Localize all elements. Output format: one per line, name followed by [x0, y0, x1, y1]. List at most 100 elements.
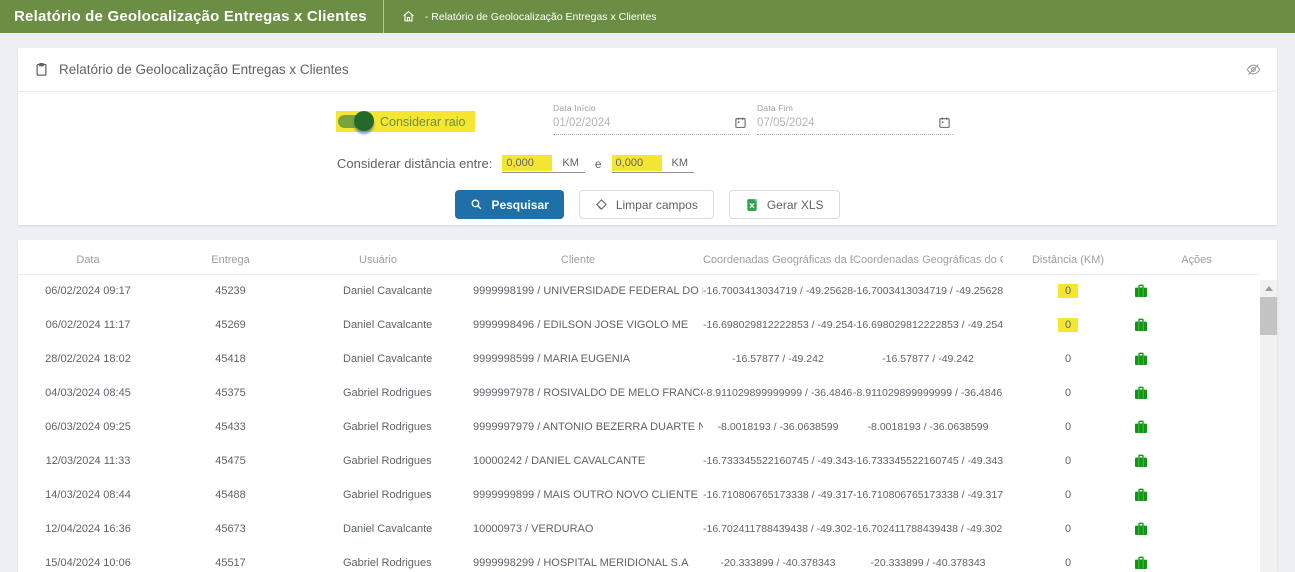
- date-end-label: Data Fim: [757, 103, 953, 113]
- cell-distancia: 0: [1003, 342, 1133, 376]
- excel-file-icon: [745, 198, 759, 212]
- top-header-bar: Relatório de Geolocalização Entregas x C…: [0, 0, 1295, 33]
- distance-value: 0: [1058, 386, 1078, 400]
- search-button[interactable]: Pesquisar: [455, 190, 563, 219]
- cell-acoes: [1133, 478, 1260, 512]
- date-start-label: Data Início: [553, 103, 749, 113]
- cell-usuario: Daniel Cavalcante: [303, 274, 453, 308]
- cell-distancia: 0: [1003, 546, 1133, 572]
- cell-usuario: Gabriel Rodrigues: [303, 546, 453, 572]
- scrollbar-up-arrow[interactable]: [1260, 280, 1277, 296]
- table-row[interactable]: 12/04/2024 16:36 45673 Daniel Cavalcante…: [18, 512, 1260, 546]
- cell-coord-cliente: -16.57877 / -49.242: [853, 342, 1003, 376]
- cell-entrega: 45269: [158, 308, 303, 342]
- delivery-briefcase-icon[interactable]: [1133, 351, 1149, 367]
- cell-coord-entrega: -8.911029899999999 / -36.48462: [703, 376, 853, 410]
- col-header-cliente: Cliente: [453, 246, 703, 274]
- cell-coord-entrega: -16.7003413034719 / -49.256287: [703, 274, 853, 308]
- delivery-briefcase-icon[interactable]: [1133, 487, 1149, 503]
- cell-coord-cliente: -16.698029812222853 / -49.25490: [853, 308, 1003, 342]
- toggle-switch[interactable]: [338, 115, 371, 128]
- cell-coord-entrega: -16.710806765173338 / -49.31778: [703, 478, 853, 512]
- search-icon: [470, 198, 483, 211]
- cell-cliente: 9999998599 / MARIA EUGENIA: [453, 342, 703, 376]
- distance-value: 0: [1058, 352, 1078, 366]
- table-row[interactable]: 12/03/2024 11:33 45475 Gabriel Rodrigues…: [18, 444, 1260, 478]
- cell-coord-entrega: -16.57877 / -49.242: [703, 342, 853, 376]
- calendar-icon[interactable]: [938, 116, 951, 129]
- col-header-coord-cliente: Coordenadas Geográficas do Cliente: [853, 246, 1003, 274]
- cell-distancia: 0: [1003, 274, 1133, 308]
- cell-coord-entrega: -16.733345522160745 / -49.3434: [703, 444, 853, 478]
- distance-value: 0: [1058, 318, 1078, 332]
- eye-off-icon[interactable]: [1246, 62, 1261, 77]
- cell-acoes: [1133, 444, 1260, 478]
- cell-entrega: 45475: [158, 444, 303, 478]
- delivery-briefcase-icon[interactable]: [1133, 317, 1149, 333]
- cell-acoes: [1133, 546, 1260, 572]
- date-start-field[interactable]: Data Início 01/02/2024: [553, 103, 749, 135]
- table-row[interactable]: 06/03/2024 09:25 45433 Gabriel Rodrigues…: [18, 410, 1260, 444]
- cell-entrega: 45433: [158, 410, 303, 444]
- distance-connector: e: [595, 157, 602, 171]
- calendar-icon[interactable]: [734, 116, 747, 129]
- table-scrollbar[interactable]: [1260, 280, 1277, 572]
- col-header-acoes: Ações: [1133, 246, 1260, 274]
- cell-acoes: [1133, 376, 1260, 410]
- table-row[interactable]: 04/03/2024 08:45 45375 Gabriel Rodrigues…: [18, 376, 1260, 410]
- cell-distancia: 0: [1003, 512, 1133, 546]
- date-end-field[interactable]: Data Fim 07/05/2024: [757, 103, 953, 135]
- table-row[interactable]: 15/04/2024 10:06 45517 Gabriel Rodrigues…: [18, 546, 1260, 572]
- date-end-value[interactable]: 07/05/2024: [757, 117, 815, 129]
- col-header-coord-entrega: Coordenadas Geográficas da Entreg: [703, 246, 853, 274]
- export-xls-button[interactable]: Gerar XLS: [729, 190, 840, 219]
- delivery-briefcase-icon[interactable]: [1133, 555, 1149, 571]
- distance-max-field: 0,000 KM: [612, 154, 695, 173]
- cell-entrega: 45517: [158, 546, 303, 572]
- cell-distancia: 0: [1003, 478, 1133, 512]
- cell-entrega: 45673: [158, 512, 303, 546]
- cell-usuario: Gabriel Rodrigues: [303, 444, 453, 478]
- cell-coord-cliente: -20.333899 / -40.378343: [853, 546, 1003, 572]
- cell-cliente: 9999997978 / ROSIVALDO DE MELO FRANCO: [453, 376, 703, 410]
- clear-fields-button[interactable]: Limpar campos: [579, 190, 714, 219]
- delivery-briefcase-icon[interactable]: [1133, 521, 1149, 537]
- table-row[interactable]: 14/03/2024 08:44 45488 Gabriel Rodrigues…: [18, 478, 1260, 512]
- cell-entrega: 45239: [158, 274, 303, 308]
- table-header-row: Data Entrega Usuário Cliente Coordenadas…: [18, 246, 1260, 274]
- cell-entrega: 45418: [158, 342, 303, 376]
- eraser-icon: [595, 198, 608, 211]
- cell-distancia: 0: [1003, 410, 1133, 444]
- date-start-value[interactable]: 01/02/2024: [553, 117, 611, 129]
- cell-acoes: [1133, 308, 1260, 342]
- cell-acoes: [1133, 342, 1260, 376]
- scrollbar-thumb[interactable]: [1260, 297, 1277, 335]
- col-header-usuario: Usuário: [303, 246, 453, 274]
- clipboard-icon: [34, 62, 49, 77]
- distance-filter-row: Considerar distância entre: 0,000 KM e 0…: [337, 154, 704, 173]
- filter-card-header: Relatório de Geolocalização Entregas x C…: [18, 48, 1277, 92]
- delivery-briefcase-icon[interactable]: [1133, 453, 1149, 469]
- export-xls-button-label: Gerar XLS: [767, 198, 824, 212]
- table-row[interactable]: 06/02/2024 09:17 45239 Daniel Cavalcante…: [18, 274, 1260, 308]
- distance-max-input[interactable]: 0,000: [612, 155, 662, 171]
- distance-min-field: 0,000 KM: [502, 154, 585, 173]
- cell-data: 14/03/2024 08:44: [18, 478, 158, 512]
- home-icon[interactable]: [402, 10, 415, 23]
- distance-value: 0: [1058, 522, 1078, 536]
- results-table-card: Data Entrega Usuário Cliente Coordenadas…: [18, 240, 1277, 572]
- distance-min-input[interactable]: 0,000: [502, 155, 552, 171]
- cell-distancia: 0: [1003, 376, 1133, 410]
- delivery-briefcase-icon[interactable]: [1133, 419, 1149, 435]
- table-body: 06/02/2024 09:17 45239 Daniel Cavalcante…: [18, 274, 1260, 572]
- table-row[interactable]: 28/02/2024 18:02 45418 Daniel Cavalcante…: [18, 342, 1260, 376]
- cell-usuario: Gabriel Rodrigues: [303, 410, 453, 444]
- delivery-briefcase-icon[interactable]: [1133, 385, 1149, 401]
- cell-data: 04/03/2024 08:45: [18, 376, 158, 410]
- table-row[interactable]: 06/02/2024 11:17 45269 Daniel Cavalcante…: [18, 308, 1260, 342]
- delivery-briefcase-icon[interactable]: [1133, 283, 1149, 299]
- cell-data: 12/03/2024 11:33: [18, 444, 158, 478]
- cell-coord-cliente: -8.0018193 / -36.0638599: [853, 410, 1003, 444]
- cell-usuario: Daniel Cavalcante: [303, 342, 453, 376]
- consider-radius-toggle[interactable]: Considerar raio: [336, 111, 475, 132]
